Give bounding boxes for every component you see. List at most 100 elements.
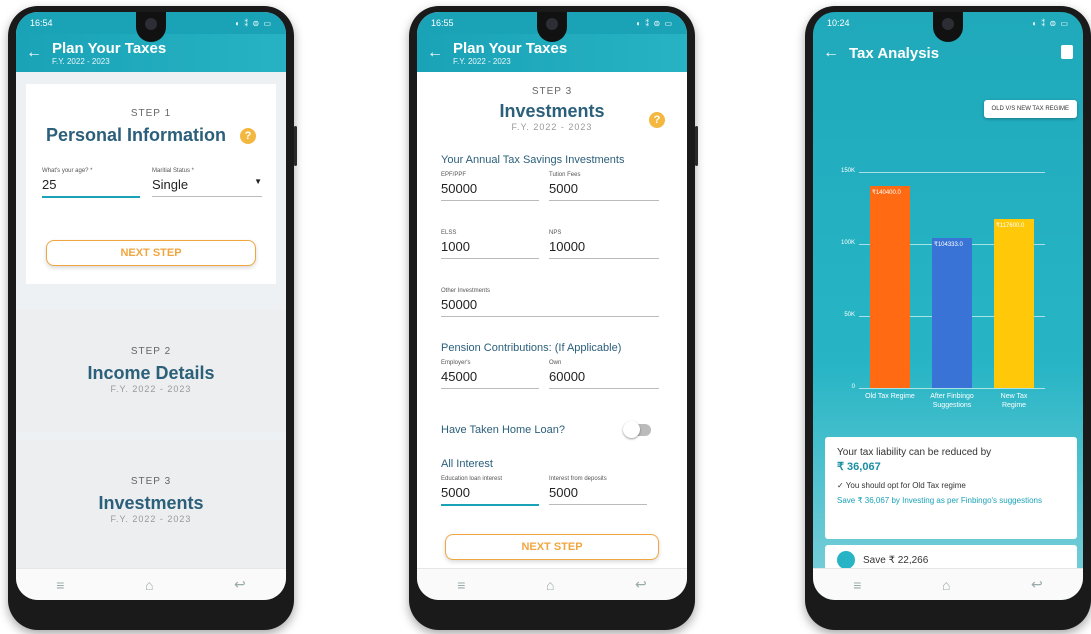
step-title: Income Details: [87, 363, 215, 383]
age-field[interactable]: What's your age? * 25: [42, 168, 140, 198]
menu-card-icon[interactable]: [1061, 45, 1073, 59]
page-title: Plan Your Taxes: [52, 40, 167, 57]
status-icons: ◐ ⁑ ⊜ ▭: [1032, 18, 1069, 28]
section-heading: All Interest: [441, 458, 493, 470]
bar-data-label: ₹140400.0: [872, 189, 901, 196]
step-label: STEP 1: [130, 108, 172, 119]
help-icon[interactable]: ?: [649, 112, 665, 128]
step-title: Investments: [98, 493, 204, 513]
regime-toggle-button[interactable]: OLD V/S NEW TAX REGIME: [983, 100, 1077, 118]
save-suggestion-link[interactable]: Save ₹ 36,067 by Investing as per Finbin…: [837, 495, 1065, 506]
camera-notch: [537, 12, 567, 42]
step-title: Investments: [499, 101, 605, 121]
elss-input[interactable]: 1000: [441, 236, 539, 259]
education-loan-input[interactable]: 5000: [441, 482, 539, 506]
side-button: [294, 126, 297, 166]
page-title: Tax Analysis: [849, 44, 940, 62]
home-icon[interactable]: ⌂: [942, 577, 950, 593]
status-icons: ◐ ⁑ ⊜ ▭: [636, 18, 673, 28]
home-icon[interactable]: ⌂: [145, 577, 153, 593]
camera-notch: [136, 12, 166, 42]
back-arrow-icon[interactable]: ←: [823, 44, 839, 62]
deposits-interest-input[interactable]: 5000: [549, 482, 647, 505]
step-label: STEP 2: [130, 346, 172, 357]
deposits-interest-field[interactable]: Interest from deposits 5000: [549, 476, 647, 505]
back-icon[interactable]: ↩: [234, 576, 246, 593]
menu-icon[interactable]: ≡: [853, 577, 861, 593]
camera-notch: [933, 12, 963, 42]
home-loan-label: Have Taken Home Loan?: [441, 424, 565, 436]
recommendation-text: ✓ You should opt for Old Tax regime: [837, 481, 966, 490]
education-loan-field[interactable]: Education loan interest 5000: [441, 476, 539, 506]
step-title: Personal Information: [45, 125, 227, 145]
gridline: [859, 172, 1045, 173]
dropdown-arrow-icon[interactable]: ▼: [254, 177, 262, 192]
employer-input[interactable]: 45000: [441, 366, 539, 389]
next-step-button[interactable]: NEXT STEP: [445, 534, 659, 560]
system-nav-bar: ≡ ⌂ ↩: [417, 568, 687, 600]
category-label: New Tax Regime: [1000, 393, 1028, 409]
own-field[interactable]: Own 60000: [549, 360, 659, 389]
category-label: Old Tax Regime: [865, 393, 915, 400]
bar-data-label: ₹117600.0: [996, 222, 1025, 229]
step-year: F.Y. 2022 - 2023: [511, 122, 593, 132]
other-investments-field[interactable]: Other Investments 50000: [441, 288, 659, 317]
investments-form: STEP 3 Investments F.Y. 2022 - 2023 ? Yo…: [427, 72, 677, 568]
summary-amount: ₹ 36,067: [837, 461, 881, 473]
menu-icon[interactable]: ≡: [457, 577, 465, 593]
nps-field[interactable]: NPS 10000: [549, 230, 659, 259]
side-button: [695, 126, 698, 166]
age-input[interactable]: 25: [42, 174, 140, 198]
bar-1[interactable]: [870, 185, 910, 388]
y-tick-label: 100K: [840, 240, 855, 246]
phone-3-screen: 10:24 ◐ ⁑ ⊜ ▭ ← Tax Analysis OLD V/S NEW…: [813, 12, 1083, 600]
bar-2[interactable]: [932, 237, 972, 388]
next-step-button[interactable]: NEXT STEP: [46, 240, 256, 266]
page-title: Plan Your Taxes: [453, 40, 568, 57]
step-label: STEP 3: [531, 86, 573, 97]
phone-1-screen: 16:54 ◐ ⁑ ⊜ ▭ ← Plan Your Taxes F.Y. 202…: [16, 12, 286, 600]
step-label: STEP 3: [130, 476, 172, 487]
tuition-field[interactable]: Tution Fees 5000: [549, 172, 659, 201]
savings-avatar-icon: [837, 551, 855, 569]
phone-1: 16:54 ◐ ⁑ ⊜ ▭ ← Plan Your Taxes F.Y. 202…: [8, 6, 297, 630]
home-loan-toggle[interactable]: [623, 421, 651, 438]
menu-icon[interactable]: ≡: [56, 577, 64, 593]
category-label: After Finbingo Suggestions: [930, 393, 974, 409]
nps-input[interactable]: 10000: [549, 236, 659, 259]
y-tick-label: 150K: [840, 168, 855, 174]
step-year: F.Y. 2022 - 2023: [110, 384, 192, 394]
elss-field[interactable]: ELSS 1000: [441, 230, 539, 259]
step1-card: STEP 1 Personal Information ? What's you…: [26, 84, 276, 284]
employer-field[interactable]: Employer's 45000: [441, 360, 539, 389]
system-nav-bar: ≡ ⌂ ↩: [813, 568, 1083, 600]
other-investments-input[interactable]: 50000: [441, 294, 659, 317]
home-icon[interactable]: ⌂: [546, 577, 554, 593]
own-input[interactable]: 60000: [549, 366, 659, 389]
section-heading: Your Annual Tax Savings Investments: [441, 154, 625, 166]
epf-field[interactable]: EPF/PPF 50000: [441, 172, 539, 201]
step2-card[interactable]: STEP 2 Income Details F.Y. 2022 - 2023: [16, 310, 286, 432]
status-time: 10:24: [827, 18, 850, 28]
back-arrow-icon[interactable]: ←: [26, 44, 42, 62]
back-icon[interactable]: ↩: [1031, 576, 1043, 593]
bar-3[interactable]: [994, 218, 1034, 388]
epf-input[interactable]: 50000: [441, 178, 539, 201]
back-arrow-icon[interactable]: ←: [427, 44, 443, 62]
gridline: [859, 388, 1045, 389]
page-subtitle: F.Y. 2022 - 2023: [52, 57, 110, 66]
tuition-input[interactable]: 5000: [549, 178, 659, 201]
tax-chart: 0 50K 100K 150K ₹140400.0 Old Tax Regime ₹1043…: [813, 152, 1083, 422]
step3-card[interactable]: STEP 3 Investments F.Y. 2022 - 2023: [16, 440, 286, 570]
marital-status-select[interactable]: Single: [152, 177, 188, 192]
status-icons: ◐ ⁑ ⊜ ▭: [235, 18, 272, 28]
back-icon[interactable]: ↩: [635, 576, 647, 593]
phone-2-screen: 16:55 ◐ ⁑ ⊜ ▭ ← Plan Your Taxes F.Y. 202…: [417, 12, 687, 600]
step-year: F.Y. 2022 - 2023: [110, 514, 192, 524]
help-icon[interactable]: ?: [240, 127, 257, 144]
status-time: 16:54: [30, 18, 53, 28]
page-subtitle: F.Y. 2022 - 2023: [453, 57, 511, 66]
summary-line: Your tax liability can be reduced by: [837, 447, 992, 458]
y-tick-label: 50K: [844, 312, 855, 318]
marital-status-field[interactable]: Maritial Status * Single ▼: [152, 168, 262, 197]
